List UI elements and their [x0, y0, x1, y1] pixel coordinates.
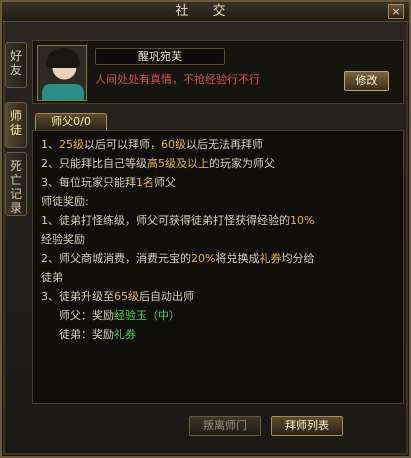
social-window: 社 交 × 好友 师徒 死亡记录 醒巩宛芙 人间处处有真情，不抢经验行不行 修改…: [0, 0, 411, 458]
text: 2、师父商城消费，消费元宝的: [41, 252, 191, 265]
master-list-button[interactable]: 拜师列表: [271, 416, 343, 436]
player-name: 醒巩宛芙: [95, 48, 225, 65]
highlight: 60级: [161, 138, 186, 151]
reward-item: 经验玉（中）: [114, 309, 180, 322]
rule-line-2: 2、只能拜比自己等级高5级及以上的玩家为师父: [41, 154, 395, 173]
highlight: 高5级及以上: [147, 157, 209, 170]
highlight: 20%: [191, 252, 216, 265]
text: 均分给: [281, 252, 315, 265]
tab-friends-label: 好友: [9, 49, 22, 77]
highlight: 礼券: [259, 252, 282, 265]
tab-death-records[interactable]: 死亡记录: [5, 152, 27, 216]
reward-line-2-cont: 徒弟: [41, 271, 63, 284]
leave-master-button[interactable]: 叛离师门: [189, 416, 261, 436]
text: 后自动出师: [139, 290, 194, 303]
text: 将兑换成: [215, 252, 260, 265]
close-button[interactable]: ×: [388, 4, 404, 19]
player-signature: 人间处处有真情，不抢经验行不行: [95, 73, 260, 86]
reward-apprentice: 徒弟：奖励礼券: [41, 325, 395, 344]
tab-friends[interactable]: 好友: [5, 42, 27, 88]
window-titlebar: 社 交 ×: [2, 2, 409, 22]
rule-line-1: 1、25级以后可以拜师，60级以后无法再拜师: [41, 135, 395, 154]
rewards-heading: 师徒奖励:: [41, 195, 89, 208]
tab-mentorship-label: 师徒: [9, 109, 22, 137]
rule-line-3: 3、每位玩家只能拜1名师父: [41, 173, 395, 192]
text: 1、徒弟打怪练级，师父可获得徒弟打怪获得经验的: [41, 214, 290, 227]
profile-panel: 醒巩宛芙 人间处处有真情，不抢经验行不行 修改: [32, 40, 404, 104]
close-icon: ×: [391, 5, 401, 18]
text: 1、: [41, 138, 59, 151]
reward-master: 师父：奖励经验玉（中）: [41, 306, 395, 325]
tab-death-records-label: 死亡记录: [9, 159, 22, 215]
highlight: 65级: [114, 290, 139, 303]
tab-master-count[interactable]: 师父0/0: [35, 113, 107, 130]
text: 徒弟：奖励: [59, 328, 114, 341]
tab-mentorship[interactable]: 师徒: [5, 102, 27, 148]
reward-line-1-cont: 经验奖励: [41, 233, 85, 246]
rules-panel: 1、25级以后可以拜师，60级以后无法再拜师 2、只能拜比自己等级高5级及以上的…: [32, 130, 404, 404]
highlight: 25级: [59, 138, 84, 151]
highlight: 1名: [136, 176, 154, 189]
text: 3、每位玩家只能拜: [41, 176, 136, 189]
text: 3、徒弟升级至: [41, 290, 114, 303]
reward-line-1: 1、徒弟打怪练级，师父可获得徒弟打怪获得经验的10%: [41, 211, 395, 230]
modify-signature-button[interactable]: 修改: [344, 71, 389, 91]
highlight: 10%: [290, 214, 315, 227]
text: 以后可以拜师，: [84, 138, 161, 151]
reward-item: 礼券: [114, 328, 136, 341]
text: 师父：奖励: [59, 309, 114, 322]
window-title: 社 交: [175, 4, 236, 19]
avatar: [37, 45, 87, 101]
text: 2、只能拜比自己等级: [41, 157, 147, 170]
text: 以后无法再拜师: [186, 138, 263, 151]
reward-line-3: 3、徒弟升级至65级后自动出师: [41, 287, 395, 306]
text: 的玩家为师父: [209, 157, 275, 170]
reward-line-2: 2、师父商城消费，消费元宝的20%将兑换成礼券均分给: [41, 249, 395, 268]
text: 师父: [154, 176, 176, 189]
